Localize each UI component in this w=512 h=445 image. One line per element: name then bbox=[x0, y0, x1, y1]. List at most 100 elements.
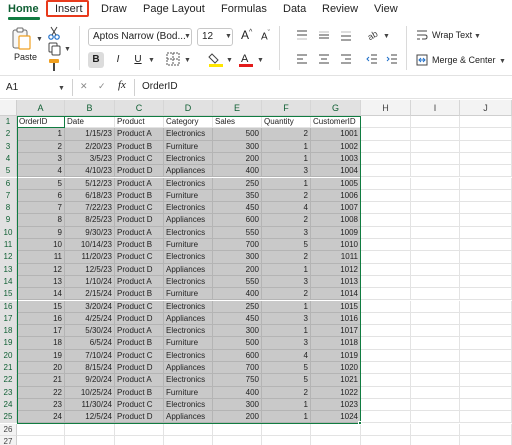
cell[interactable]: 8/15/24 bbox=[65, 362, 115, 375]
cell[interactable]: 1020 bbox=[311, 362, 361, 375]
cell[interactable]: Appliances bbox=[164, 312, 213, 326]
cell[interactable]: Furniture bbox=[164, 239, 213, 252]
cell[interactable]: 2 bbox=[262, 189, 311, 203]
cell[interactable] bbox=[411, 300, 460, 313]
tab-review[interactable]: Review bbox=[322, 3, 358, 16]
cell[interactable]: 23 bbox=[17, 398, 65, 412]
cell[interactable] bbox=[411, 214, 460, 227]
cell[interactable]: 1003 bbox=[311, 152, 361, 166]
cell[interactable]: 3 bbox=[262, 337, 311, 350]
cell[interactable]: 1002 bbox=[311, 140, 361, 153]
cell[interactable] bbox=[460, 177, 512, 190]
cell[interactable] bbox=[460, 374, 512, 387]
row-header[interactable]: 19 bbox=[0, 337, 17, 350]
cell[interactable]: Furniture bbox=[164, 189, 213, 203]
cell[interactable]: 1012 bbox=[311, 263, 361, 276]
cell[interactable] bbox=[164, 435, 213, 445]
cell[interactable] bbox=[65, 435, 115, 445]
row-header[interactable]: 3 bbox=[0, 140, 17, 153]
row-header[interactable]: 1 bbox=[0, 116, 17, 129]
cell[interactable]: 250 bbox=[213, 300, 262, 313]
row-header[interactable]: 24 bbox=[0, 398, 17, 412]
cell[interactable]: 200 bbox=[213, 263, 262, 276]
column-header-j[interactable]: J bbox=[460, 100, 512, 116]
cell[interactable]: 1001 bbox=[311, 128, 361, 141]
cell[interactable]: 4/10/23 bbox=[65, 165, 115, 178]
cell[interactable]: Product C bbox=[115, 398, 164, 412]
cell[interactable] bbox=[460, 128, 512, 141]
tab-data[interactable]: Data bbox=[283, 3, 306, 16]
cell[interactable]: 1015 bbox=[311, 300, 361, 313]
cell[interactable]: 1011 bbox=[311, 251, 361, 264]
cell[interactable]: 1/15/23 bbox=[65, 128, 115, 141]
row-header[interactable]: 7 bbox=[0, 189, 17, 203]
cell[interactable]: 2 bbox=[262, 214, 311, 227]
cell[interactable] bbox=[361, 214, 411, 227]
cell[interactable] bbox=[460, 152, 512, 166]
merge-center-button[interactable]: Merge & Center bbox=[432, 55, 496, 65]
cell[interactable] bbox=[460, 325, 512, 338]
cell[interactable]: 3/5/23 bbox=[65, 152, 115, 166]
cell[interactable] bbox=[361, 398, 411, 412]
cell[interactable]: 11/30/24 bbox=[65, 398, 115, 412]
cell[interactable]: 4 bbox=[262, 202, 311, 215]
cell[interactable]: 6/5/24 bbox=[65, 337, 115, 350]
font-name-select[interactable]: Aptos Narrow (Bod... bbox=[88, 28, 192, 46]
cell[interactable]: 20 bbox=[17, 362, 65, 375]
cell[interactable] bbox=[460, 116, 512, 129]
fill-color-icon[interactable] bbox=[208, 51, 224, 67]
orientation-dropdown-icon[interactable]: ▼ bbox=[383, 33, 390, 40]
cell[interactable]: Product B bbox=[115, 189, 164, 203]
cell[interactable] bbox=[411, 374, 460, 387]
cell[interactable] bbox=[411, 226, 460, 239]
cell[interactable] bbox=[17, 435, 65, 445]
row-header[interactable]: 23 bbox=[0, 386, 17, 399]
cell[interactable]: 1 bbox=[262, 152, 311, 166]
cell[interactable] bbox=[460, 165, 512, 178]
cell[interactable] bbox=[411, 312, 460, 326]
cell[interactable] bbox=[411, 251, 460, 264]
cell[interactable]: 15 bbox=[17, 300, 65, 313]
header-cell[interactable]: Product bbox=[115, 116, 164, 129]
cell[interactable]: Product B bbox=[115, 239, 164, 252]
copy-icon[interactable] bbox=[47, 42, 61, 56]
cell[interactable] bbox=[411, 435, 460, 445]
column-header-a[interactable]: A bbox=[17, 100, 65, 116]
cell[interactable] bbox=[65, 423, 115, 436]
fx-icon[interactable]: fx bbox=[118, 79, 126, 91]
cell[interactable]: 500 bbox=[213, 128, 262, 141]
row-header[interactable]: 5 bbox=[0, 165, 17, 178]
cell[interactable]: 5 bbox=[262, 374, 311, 387]
row-header[interactable]: 26 bbox=[0, 423, 17, 436]
name-box[interactable]: A1 bbox=[2, 79, 60, 96]
cell[interactable]: 400 bbox=[213, 386, 262, 399]
row-header[interactable]: 27 bbox=[0, 435, 17, 445]
cell[interactable] bbox=[361, 251, 411, 264]
cell[interactable]: 22 bbox=[17, 386, 65, 399]
cell[interactable] bbox=[361, 288, 411, 301]
cell[interactable]: 6/18/23 bbox=[65, 189, 115, 203]
cell[interactable]: 300 bbox=[213, 325, 262, 338]
cell[interactable]: Electronics bbox=[164, 349, 213, 362]
cell[interactable]: 10 bbox=[17, 239, 65, 252]
cell[interactable] bbox=[17, 423, 65, 436]
cell[interactable] bbox=[411, 275, 460, 289]
cell[interactable]: 12 bbox=[17, 263, 65, 276]
cell[interactable] bbox=[115, 435, 164, 445]
cell[interactable] bbox=[361, 239, 411, 252]
cell[interactable] bbox=[460, 202, 512, 215]
cell[interactable]: 7 bbox=[17, 202, 65, 215]
header-cell[interactable]: CustomerID bbox=[311, 116, 361, 129]
cell[interactable] bbox=[411, 152, 460, 166]
cell[interactable] bbox=[460, 423, 512, 436]
cell[interactable] bbox=[361, 275, 411, 289]
cancel-formula-icon[interactable]: ✕ bbox=[80, 81, 88, 92]
cell[interactable] bbox=[213, 435, 262, 445]
column-header-h[interactable]: H bbox=[361, 100, 411, 116]
cell[interactable] bbox=[311, 423, 361, 436]
cell[interactable]: 5/12/23 bbox=[65, 177, 115, 190]
cell[interactable]: 11 bbox=[17, 251, 65, 264]
cell[interactable]: 1014 bbox=[311, 288, 361, 301]
cell[interactable]: Product D bbox=[115, 214, 164, 227]
cell[interactable]: 2 bbox=[262, 128, 311, 141]
